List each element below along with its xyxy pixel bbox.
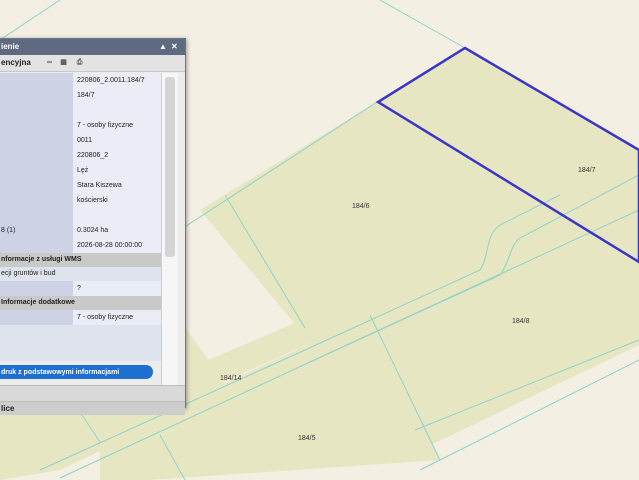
collapsed-section-2[interactable]: lice [0, 401, 185, 415]
parcel-label-184-7: 184/7 [578, 167, 596, 174]
attribute-value [73, 103, 161, 118]
attribute-label [0, 148, 73, 163]
attribute-row: 220806_2.0011.184/7 [0, 73, 161, 88]
attribute-label [0, 133, 73, 148]
panel-subheader: encyjna ∞ ▦ ⎙ [0, 55, 185, 72]
attribute-row: 0011 [0, 133, 161, 148]
attribute-label [0, 103, 73, 118]
attribute-value: Lęż [73, 163, 161, 178]
attribute-label [0, 178, 73, 193]
attribute-label [0, 88, 73, 103]
attribute-value: 184/7 [73, 88, 161, 103]
collapsed-section-1[interactable] [0, 385, 185, 401]
panel-title: ienie [1, 42, 20, 51]
attribute-row: 220806_2 [0, 148, 161, 163]
scrollbar-thumb[interactable] [165, 77, 175, 257]
attribute-value: 7 - osoby fizyczne [73, 118, 161, 133]
table-icon[interactable]: ▦ [59, 58, 68, 67]
attribute-label [0, 118, 73, 133]
print-basic-info-button[interactable]: druk z podstawowymi informacjami [0, 365, 153, 379]
attribute-label: 8 (1) [0, 223, 73, 238]
attribute-row: 2026-08-28 00:00:00 [0, 238, 161, 253]
print-icon[interactable]: ⎙ [75, 58, 84, 67]
collapse-icon[interactable]: ▲ [159, 39, 167, 55]
attribute-row: kościerski [0, 193, 161, 208]
panel-titlebar[interactable]: ienie ▲ ✕ [0, 39, 185, 55]
attribute-value: 0.3024 ha [73, 223, 161, 238]
parcel-label-184-8: 184/8 [512, 318, 530, 325]
additional-info-row: 7 - osoby fizyczne [0, 310, 161, 325]
parcel-label-184-14: 184/14 [220, 375, 242, 382]
panel-subtitle: encyjna [1, 58, 31, 67]
additional-info-header[interactable]: Informacje dodatkowe [0, 296, 161, 310]
attribute-value: Stara Kiszewa [73, 178, 161, 193]
attribute-label [0, 163, 73, 178]
attribute-value: kościerski [73, 193, 161, 208]
attribute-row: Stara Kiszewa [0, 178, 161, 193]
attribute-value: 220806_2 [73, 148, 161, 163]
parcel-info-panel: ienie ▲ ✕ encyjna ∞ ▦ ⎙ 220806_2.0011.18… [0, 38, 186, 415]
attribute-value: 220806_2.0011.184/7 [73, 73, 161, 88]
wms-value-row: ? [0, 281, 161, 296]
wms-sub-row: ecji gruntów i bud [1, 270, 56, 277]
parcel-label-184-6: 184/6 [352, 203, 370, 210]
attribute-label [0, 193, 73, 208]
attribute-value: 2026-08-28 00:00:00 [73, 238, 161, 253]
attribute-row: 184/7 [0, 88, 161, 103]
attribute-row: 7 - osoby fizyczne [0, 118, 161, 133]
attribute-row [0, 208, 161, 223]
attribute-label [0, 238, 73, 253]
attribute-value [73, 208, 161, 223]
attribute-label [0, 73, 73, 88]
panel-scrollbar[interactable] [161, 73, 178, 385]
parcel-label-184-5: 184/5 [298, 435, 316, 442]
attribute-table: 220806_2.0011.184/7 184/7 7 - osoby fizycz… [0, 73, 161, 361]
attribute-row: Lęż [0, 163, 161, 178]
wms-section-header[interactable]: nformacje z usługi WMS [0, 253, 161, 267]
link-icon[interactable]: ∞ [45, 58, 54, 67]
attribute-row: 8 (1) 0.3024 ha [0, 223, 161, 238]
attribute-label [0, 208, 73, 223]
close-icon[interactable]: ✕ [171, 39, 178, 55]
attribute-value: 0011 [73, 133, 161, 148]
attribute-row [0, 103, 161, 118]
